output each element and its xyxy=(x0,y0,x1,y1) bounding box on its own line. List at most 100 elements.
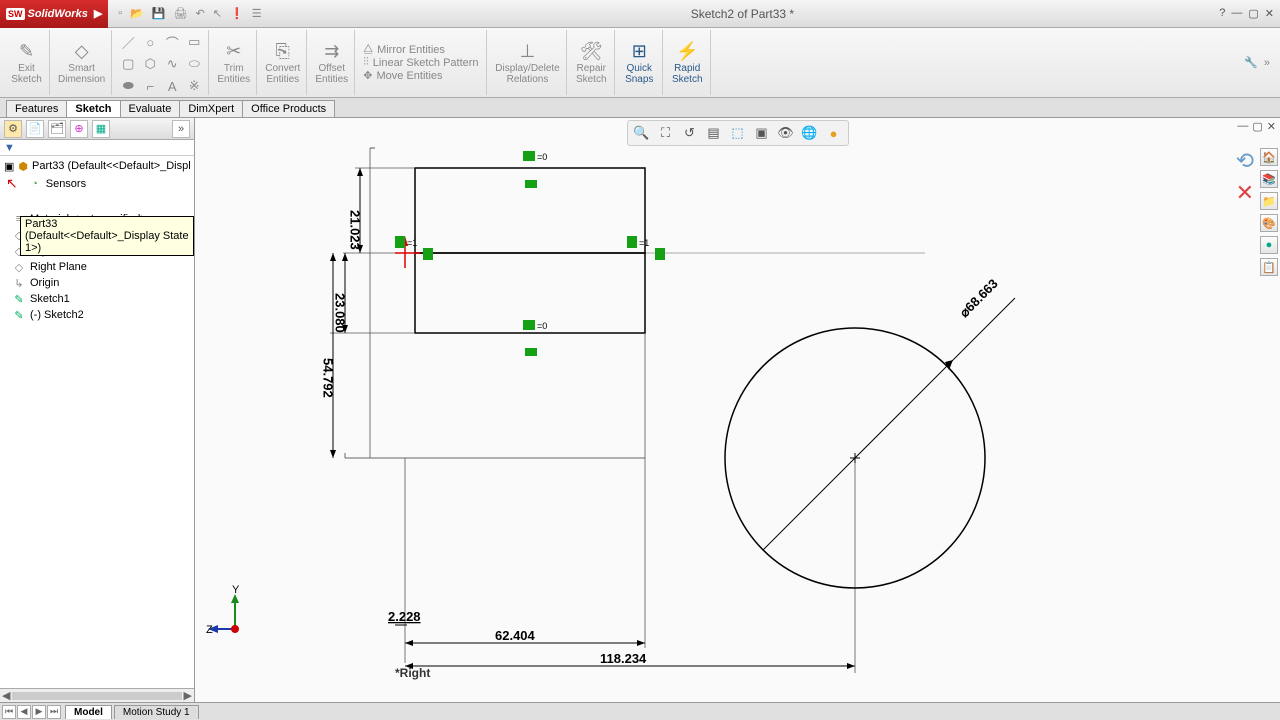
tree-root[interactable]: ▣ ⬢ Part33 (Default<<Default>_Displ xyxy=(0,158,194,174)
scroll-track[interactable] xyxy=(12,692,181,700)
customize-icon[interactable]: 🔧 xyxy=(1244,56,1258,69)
title-bar: SW SolidWorks ▶ ▫ 📂 💾 🖨 ↶ ↖ ❗ ☰ Sketch2 … xyxy=(0,0,1280,28)
tree-scroll[interactable]: ◀ ▶ xyxy=(0,688,194,702)
trim-button[interactable]: ✂ Trim Entities xyxy=(211,30,257,95)
tree-tab-display-icon[interactable]: ▦ xyxy=(92,120,110,138)
rel-eq0a[interactable]: =0 xyxy=(537,152,547,162)
dim-62[interactable]: 62.404 xyxy=(495,628,536,643)
circle-icon[interactable]: ○ xyxy=(140,32,160,52)
options-icon[interactable]: ☰ xyxy=(252,7,262,20)
undo-icon[interactable]: ↶ xyxy=(196,7,205,20)
point-icon[interactable]: ※ xyxy=(184,76,204,96)
dim-diameter[interactable]: ⌀68.663 xyxy=(957,276,1001,320)
move-button[interactable]: ✥Move Entities xyxy=(363,69,442,82)
line-icon[interactable]: ／ xyxy=(118,32,138,52)
nav-prev-icon[interactable]: ◀ xyxy=(17,705,31,719)
quicksnaps-icon: ⊞ xyxy=(632,41,647,63)
sw-badge: SW xyxy=(6,8,25,20)
text-icon[interactable]: A xyxy=(162,76,182,96)
ellipse-icon[interactable]: ⬭ xyxy=(184,54,204,74)
tab-sketch[interactable]: Sketch xyxy=(66,100,120,117)
polygon-icon[interactable]: ⬡ xyxy=(140,54,160,74)
tree-sketch2[interactable]: ✎ (-) Sketch2 xyxy=(0,307,194,323)
filter-icon: ▼ xyxy=(4,142,15,154)
repair-sketch-button[interactable]: 🛠 Repair Sketch xyxy=(569,30,615,95)
tree-tab-feature-icon[interactable]: ⚙ xyxy=(4,120,22,138)
relations-label: Display/Delete Relations xyxy=(495,63,559,85)
dim-2[interactable]: 2.228 xyxy=(388,609,421,624)
origin-label: Origin xyxy=(30,277,59,289)
tree-tab-dim-icon[interactable]: ⊕ xyxy=(70,120,88,138)
app-menu-chevron[interactable]: ▶ xyxy=(94,7,102,20)
minimize-icon[interactable]: — xyxy=(1231,7,1242,20)
rel-eq1a[interactable]: =1 xyxy=(407,238,417,248)
help-icon[interactable]: ? xyxy=(1219,7,1225,20)
spline-icon[interactable]: ∿ xyxy=(162,54,182,74)
nav-next-icon[interactable]: ▶ xyxy=(32,705,46,719)
tree-right-plane[interactable]: ◇ Right Plane xyxy=(0,259,194,275)
offset-button[interactable]: ⇉ Offset Entities xyxy=(309,30,355,95)
tab-features[interactable]: Features xyxy=(6,100,67,117)
select-icon[interactable]: ↖ xyxy=(213,7,222,20)
linear-pattern-button[interactable]: ⫶⫶Linear Sketch Pattern xyxy=(363,56,478,69)
open-icon[interactable]: 📂 xyxy=(130,7,144,20)
arc-icon[interactable]: ⌒ xyxy=(162,32,182,52)
document-title: Sketch2 of Part33 * xyxy=(272,7,1214,21)
maximize-icon[interactable]: ▢ xyxy=(1248,7,1258,20)
dim-118[interactable]: 118.234 xyxy=(600,651,647,666)
tree-collapse-icon[interactable]: » xyxy=(172,120,190,138)
rel-eq1b[interactable]: =1 xyxy=(639,238,649,248)
slot-icon[interactable]: ⬬ xyxy=(118,76,138,96)
display-relations-button[interactable]: ⊥ Display/Delete Relations xyxy=(489,30,566,95)
print-icon[interactable]: 🖨 xyxy=(174,7,188,20)
rapid-sketch-button[interactable]: ⚡ Rapid Sketch xyxy=(665,30,711,95)
scroll-left-icon[interactable]: ◀ xyxy=(2,689,10,702)
origin-icon: ↳ xyxy=(12,276,26,290)
nav-first-icon[interactable]: ⏮ xyxy=(2,705,16,719)
tree-filter-bar[interactable]: ▼ xyxy=(0,140,194,156)
close-icon[interactable]: ✕ xyxy=(1265,7,1274,20)
graphics-area[interactable]: 🔍 ⛶ ↺ ▤ ⬚ ▣ 👁 🌐 ● — ▢ ✕ ⟲ ✕ 🏠 📚 📁 🎨 ● 📋 xyxy=(195,118,1280,702)
corner-rect-icon[interactable]: ▢ xyxy=(118,54,138,74)
ribbon: ✎ Exit Sketch ◇ Smart Dimension ／ ○ ⌒ ▭ … xyxy=(0,28,1280,98)
fillet-icon[interactable]: ⌐ xyxy=(140,76,160,96)
smart-dimension-button[interactable]: ◇ Smart Dimension xyxy=(52,30,112,95)
save-icon[interactable]: 💾 xyxy=(152,7,166,20)
tab-model[interactable]: Model xyxy=(65,705,112,719)
exit-sketch-button[interactable]: ✎ Exit Sketch xyxy=(4,30,50,95)
active-plane-label: *Right xyxy=(395,666,430,680)
right-label: Right Plane xyxy=(30,261,87,273)
sketch-tools-grid: ／ ○ ⌒ ▭ ▢ ⬡ ∿ ⬭ ⬬ ⌐ A ※ xyxy=(114,30,209,95)
scroll-right-icon[interactable]: ▶ xyxy=(184,689,192,702)
view-triad: Y Z xyxy=(210,589,260,642)
expand-icon[interactable]: ▣ xyxy=(4,160,14,173)
tree-sensors[interactable]: ↖ ◔ Sensors xyxy=(0,174,194,193)
move-label: Move Entities xyxy=(376,70,442,82)
tab-motion[interactable]: Motion Study 1 xyxy=(114,705,199,719)
tab-office[interactable]: Office Products xyxy=(242,100,335,117)
tree-sketch1[interactable]: ✎ Sketch1 xyxy=(0,291,194,307)
quick-snaps-button[interactable]: ⊞ Quick Snaps xyxy=(617,30,663,95)
pattern-group: ⧋Mirror Entities ⫶⫶Linear Sketch Pattern… xyxy=(357,30,487,95)
nav-last-icon[interactable]: ⏭ xyxy=(47,705,61,719)
expand-icon[interactable]: » xyxy=(1264,57,1270,69)
new-icon[interactable]: ▫ xyxy=(118,7,122,20)
tree-tab-property-icon[interactable]: 📄 xyxy=(26,120,44,138)
app-logo[interactable]: SW SolidWorks ▶ xyxy=(0,0,108,28)
mirror-button[interactable]: ⧋Mirror Entities xyxy=(363,43,445,56)
dim-23[interactable]: 23.080 xyxy=(333,293,348,333)
exit-sketch-label: Exit Sketch xyxy=(11,63,42,85)
rebuild-icon[interactable]: ❗ xyxy=(230,7,244,20)
tree-origin[interactable]: ↳ Origin xyxy=(0,275,194,291)
dim-21[interactable]: 21.023 xyxy=(348,210,363,250)
rel-eq0b[interactable]: =0 xyxy=(537,321,547,331)
triad-y: Y xyxy=(232,584,240,596)
convert-button[interactable]: ⎘ Convert Entities xyxy=(259,30,307,95)
tree-tab-config-icon[interactable]: 🗂 xyxy=(48,120,66,138)
tab-evaluate[interactable]: Evaluate xyxy=(120,100,181,117)
dim-54[interactable]: 54.792 xyxy=(321,358,336,398)
rect-icon[interactable]: ▭ xyxy=(184,32,204,52)
linear-label: Linear Sketch Pattern xyxy=(373,57,479,69)
trim-label: Trim Entities xyxy=(217,63,250,85)
tab-dimxpert[interactable]: DimXpert xyxy=(179,100,243,117)
